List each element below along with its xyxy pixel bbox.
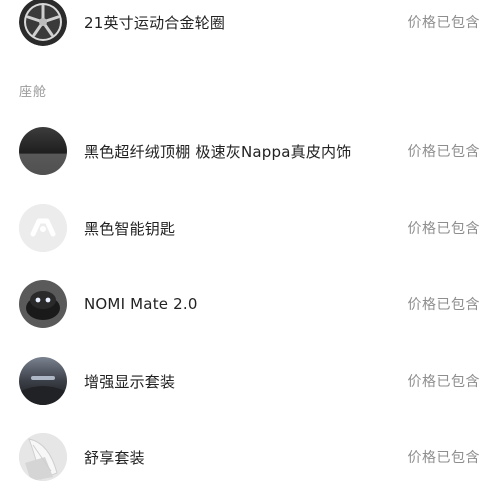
list-item-wheel[interactable]: 21英寸运动合金轮圈 价格已包含 bbox=[0, 0, 500, 50]
comfort-seat-icon bbox=[19, 433, 67, 481]
list-item-headliner[interactable]: 黑色超纤绒顶棚 极速灰Nappa真皮内饰 价格已包含 bbox=[0, 123, 500, 179]
list-item-smart-key[interactable]: 黑色智能钥匙 价格已包含 bbox=[0, 200, 500, 256]
list-item-display-pack[interactable]: 增强显示套装 价格已包含 bbox=[0, 353, 500, 409]
wheel-rim-icon bbox=[19, 0, 67, 46]
price-included-note: 价格已包含 bbox=[407, 297, 480, 313]
option-list: 21英寸运动合金轮圈 价格已包含 座舱 黑色超纤绒顶棚 极速灰Nappa真皮内饰 bbox=[0, 0, 500, 500]
price-included-note: 价格已包含 bbox=[407, 144, 480, 160]
nomi-robot-icon bbox=[19, 280, 67, 328]
item-title: 21英寸运动合金轮圈 bbox=[84, 13, 226, 32]
list-item-nomi-mate[interactable]: NOMI Mate 2.0 价格已包含 bbox=[0, 276, 500, 332]
price-included-note: 价格已包含 bbox=[407, 450, 480, 466]
list-item-comfort-pack[interactable]: 舒享套装 价格已包含 bbox=[0, 429, 500, 485]
price-included-note: 价格已包含 bbox=[407, 221, 480, 237]
section-title-cabin: 座舱 bbox=[19, 85, 48, 100]
headliner-icon bbox=[19, 127, 67, 175]
item-title: 舒享套装 bbox=[84, 448, 145, 467]
display-pack-icon bbox=[19, 357, 67, 405]
smart-key-icon bbox=[19, 204, 67, 252]
price-included-note: 价格已包含 bbox=[407, 15, 480, 31]
item-title: 黑色智能钥匙 bbox=[84, 219, 176, 238]
price-included-note: 价格已包含 bbox=[407, 374, 480, 390]
item-title: 增强显示套装 bbox=[84, 372, 176, 391]
item-title: 黑色超纤绒顶棚 极速灰Nappa真皮内饰 bbox=[84, 142, 352, 161]
item-title: NOMI Mate 2.0 bbox=[84, 295, 198, 313]
